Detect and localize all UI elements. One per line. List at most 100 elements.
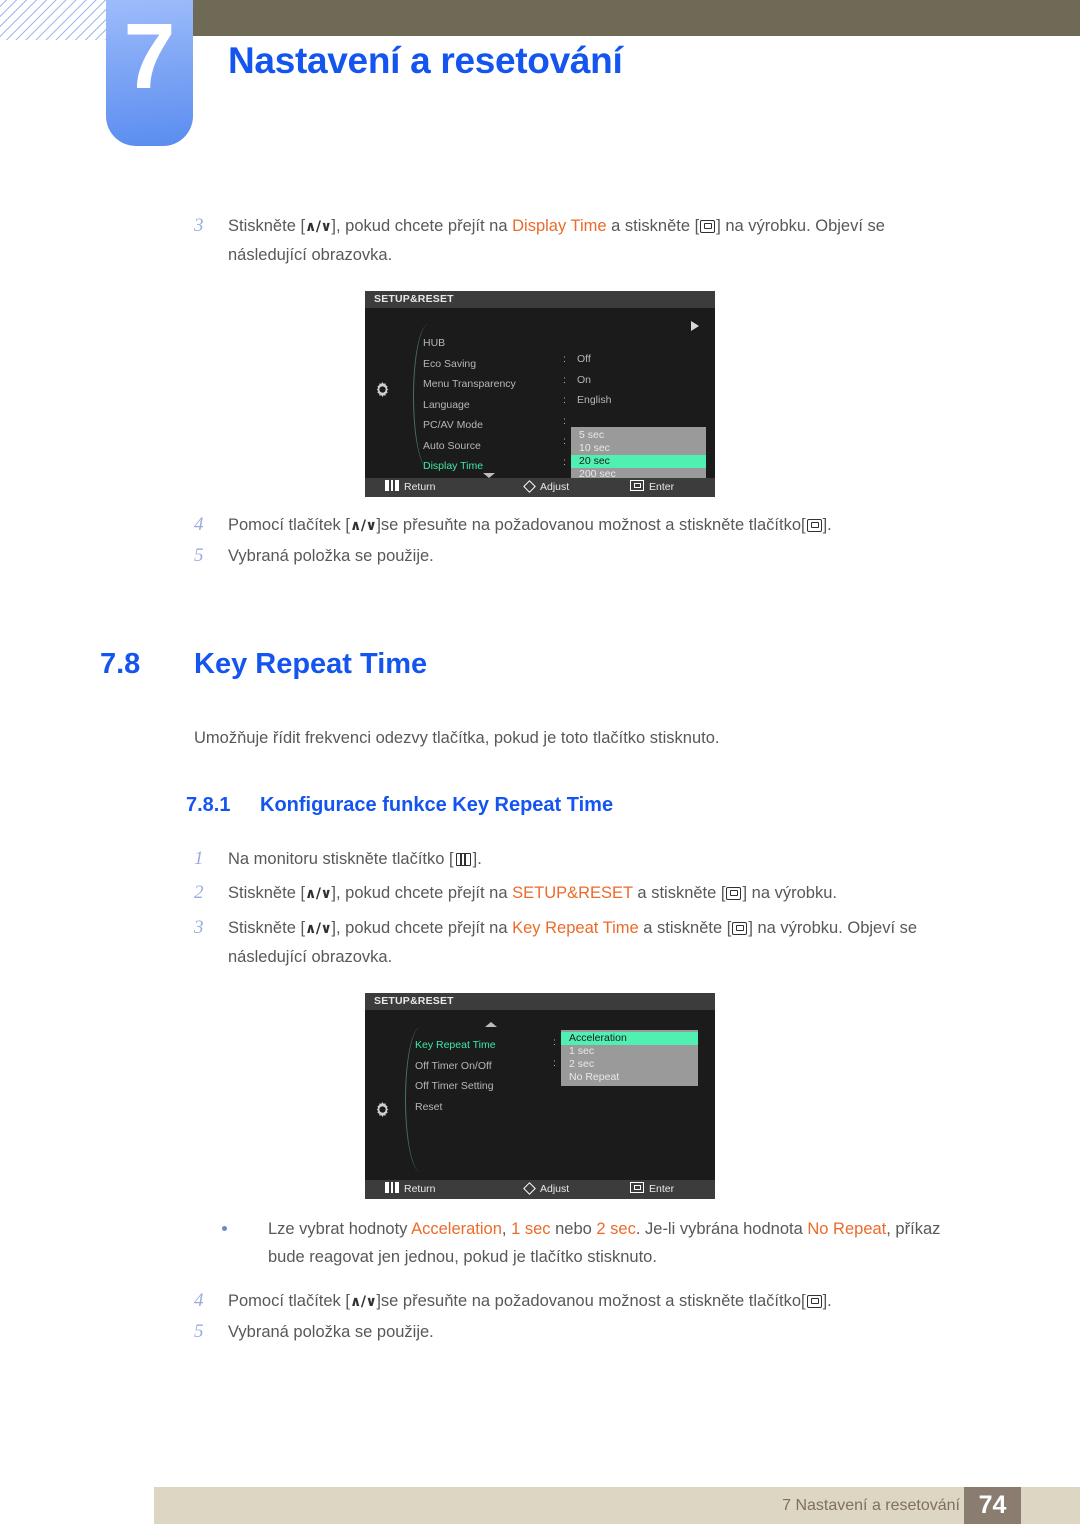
nav-keys-glyph: ∧/∨ (305, 219, 332, 235)
osd-menu-item[interactable]: Auto Source (423, 436, 516, 457)
menu-key-icon (455, 853, 471, 866)
osd-enter-label: Enter (649, 1183, 675, 1195)
step-text-fragment: ] na výrobku. Objeví se (748, 919, 918, 937)
osd-dropdown-display-time[interactable]: 5 sec 10 sec 20 sec 200 sec (571, 427, 706, 483)
osd-dropdown-option[interactable]: No Repeat (561, 1071, 698, 1084)
step-item: 2 Stiskněte [∧/∨], pokud chcete přejít n… (0, 879, 1080, 908)
page-header: 7 Nastavení a resetování (0, 0, 1080, 160)
step-text-fragment: ] na výrobku. Objeví se (716, 217, 885, 235)
enter-key-icon (726, 887, 742, 900)
menu-icon (385, 480, 399, 491)
osd-menu-item[interactable]: Language (423, 395, 516, 416)
osd-adjust-button[interactable]: Adjust (523, 1180, 570, 1199)
osd-footer-bar: Return Adjust Enter (365, 478, 715, 497)
step-text-fragment: následující obrazovka. (228, 246, 393, 264)
osd-return-label: Return (404, 1183, 436, 1195)
nav-keys-glyph: ∧/∨ (349, 1294, 377, 1310)
step-text: Vybraná položka se použije. (228, 1323, 434, 1341)
osd-dropdown-option[interactable]: 2 sec (561, 1058, 698, 1071)
note-text-fragment: Lze vybrat hodnoty (268, 1220, 412, 1238)
enter-key-icon (806, 1295, 822, 1308)
osd-item-value: Off (577, 353, 591, 365)
osd-dropdown-option-active[interactable]: 20 sec (571, 455, 706, 468)
step-text-fragment: ]se přesuňte na požadovanou možnost a st… (376, 516, 806, 534)
step-number: 5 (194, 1321, 204, 1342)
step-text: Na monitoru stiskněte tlačítko []. (228, 845, 1080, 873)
step-text-fragment: Stiskněte [ (228, 217, 306, 235)
gear-icon (373, 380, 392, 399)
osd-body: HUB Eco Saving Menu Transparency Languag… (365, 308, 715, 483)
highlight-display-time: Display Time (512, 217, 607, 235)
osd-title: SETUP&RESET (365, 291, 715, 308)
osd-menu-item-selected[interactable]: Display Time (423, 456, 516, 477)
osd-item-value: English (577, 394, 612, 406)
osd-colon: : (563, 415, 566, 427)
step-text-fragment: ], pokud chcete přejít na (331, 217, 513, 235)
osd-title: SETUP&RESET (365, 993, 715, 1010)
note-text-fragment: nebo (550, 1220, 597, 1238)
osd-menu-item[interactable]: Eco Saving (423, 354, 516, 375)
osd-dropdown-option[interactable]: 5 sec (571, 429, 706, 442)
step-text: Pomocí tlačítek [∧/∨]se přesuňte na poža… (228, 1287, 1080, 1316)
chapter-number: 7 (123, 4, 176, 108)
step-text-fragment: ]. (822, 516, 832, 534)
step-text-fragment: ]se přesuňte na požadovanou možnost a st… (376, 1292, 806, 1310)
osd-menu-item[interactable]: Reset (415, 1097, 496, 1118)
step-text: Stiskněte [∧/∨], pokud chcete přejít na … (228, 914, 1080, 971)
osd-menu-item[interactable]: PC/AV Mode (423, 415, 516, 436)
step-item: 4 Pomocí tlačítek [∧/∨]se přesuňte na po… (0, 511, 1080, 540)
step-number: 3 (194, 917, 204, 938)
osd-scroll-up-arrow[interactable] (485, 1022, 497, 1027)
osd-adjust-label: Adjust (540, 1183, 570, 1195)
bullet-dot-icon (222, 1226, 227, 1231)
osd-item-value: On (577, 374, 592, 386)
osd-body: Key Repeat Time Off Timer On/Off Off Tim… (365, 1010, 715, 1180)
step-text: Stiskněte [∧/∨], pokud chcete přejít na … (228, 212, 1080, 269)
enter-icon (630, 480, 644, 491)
osd-colon: : (553, 1057, 556, 1069)
osd-dropdown-option[interactable]: 1 sec (561, 1045, 698, 1058)
diamond-icon (523, 480, 536, 493)
highlight-acceleration: Acceleration (411, 1220, 502, 1238)
chapter-tab: 7 (106, 0, 193, 146)
footer-chapter-label: 7 Nastavení a resetování (782, 1497, 960, 1514)
enter-icon (630, 1182, 644, 1193)
step-item: 3 Stiskněte [∧/∨], pokud chcete přejít n… (0, 212, 1080, 269)
step-text: Pomocí tlačítek [∧/∨]se přesuňte na poža… (228, 511, 1080, 540)
step-text-fragment: a stiskněte [ (632, 884, 726, 902)
osd-enter-button[interactable]: Enter (630, 1180, 674, 1199)
osd-adjust-label: Adjust (540, 481, 570, 493)
step-text-fragment: a stiskněte [ (638, 919, 732, 937)
note-text-fragment: bude reagovat jen jednou, pokud je tlačí… (268, 1248, 657, 1266)
osd-dropdown-option-active[interactable]: Acceleration (561, 1032, 698, 1045)
header-olive-bar (193, 0, 1080, 36)
osd-menu-item[interactable]: HUB (423, 333, 516, 354)
highlight-no-repeat: No Repeat (807, 1220, 887, 1238)
nav-keys-glyph: ∧/∨ (305, 921, 332, 937)
osd-menu-item[interactable]: Menu Transparency (423, 374, 516, 395)
step-number: 4 (194, 514, 204, 535)
step-text-fragment: ]. (472, 850, 482, 868)
osd-adjust-button[interactable]: Adjust (523, 478, 570, 497)
note-text-fragment: . Je-li vybrána hodnota (635, 1220, 808, 1238)
osd-dropdown-option[interactable]: 10 sec (571, 442, 706, 455)
page-footer: 7 Nastavení a resetování 74 (154, 1487, 1080, 1524)
step-text-fragment: ], pokud chcete přejít na (331, 884, 513, 902)
step-text-fragment: Na monitoru stiskněte tlačítko [ (228, 850, 454, 868)
osd-menu-item[interactable]: Off Timer Setting (415, 1076, 496, 1097)
osd-return-button[interactable]: Return (385, 478, 436, 497)
osd-dropdown-key-repeat-time[interactable]: Acceleration 1 sec 2 sec No Repeat (561, 1030, 698, 1086)
osd-menu-list: HUB Eco Saving Menu Transparency Languag… (423, 333, 516, 477)
osd-menu-item-selected[interactable]: Key Repeat Time (415, 1035, 496, 1056)
osd-menu-item[interactable]: Off Timer On/Off (415, 1056, 496, 1077)
osd-return-button[interactable]: Return (385, 1180, 436, 1199)
osd-colon: : (563, 456, 566, 468)
step-item: 4 Pomocí tlačítek [∧/∨]se přesuňte na po… (0, 1287, 1080, 1316)
step-text-fragment: Stiskněte [ (228, 919, 306, 937)
subsection-title: Konfigurace funkce Key Repeat Time (260, 794, 614, 816)
nav-keys-glyph: ∧/∨ (349, 518, 377, 534)
subsection-number: 7.8.1 (186, 794, 231, 816)
osd-enter-button[interactable]: Enter (630, 478, 674, 497)
step-number: 1 (194, 848, 204, 869)
step-item: 5 Vybraná položka se použije. (0, 542, 1080, 570)
